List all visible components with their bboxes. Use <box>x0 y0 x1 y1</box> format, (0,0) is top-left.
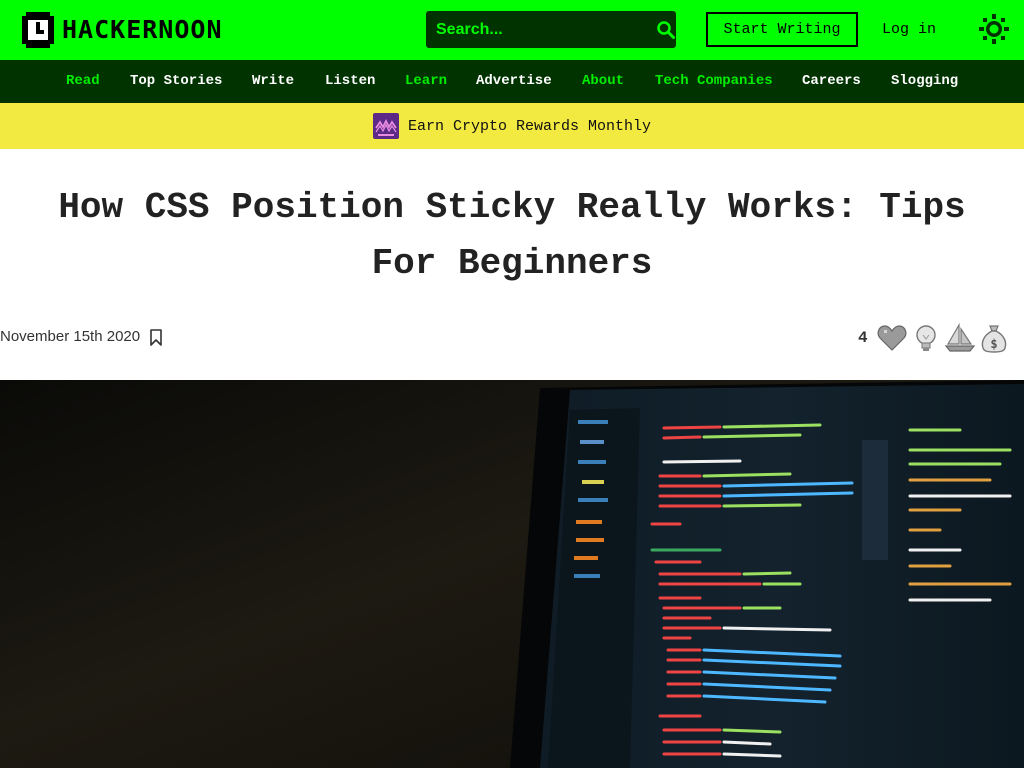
reactions-bar: 4 $ <box>858 320 1012 356</box>
money-bag-icon[interactable]: $ <box>978 322 1010 354</box>
nav-item-listen[interactable]: Listen <box>325 60 375 103</box>
start-writing-button[interactable]: Start Writing <box>706 12 858 47</box>
promo-text: Earn Crypto Rewards Monthly <box>407 117 652 135</box>
heart-icon[interactable] <box>876 322 908 354</box>
article-title-line-1: How CSS Position Sticky Really Works: Ti… <box>58 187 966 228</box>
reaction-count: 4 <box>858 329 868 347</box>
article-title: How CSS Position Sticky Really Works: Ti… <box>0 180 1024 292</box>
nav-item-careers[interactable]: Careers <box>802 60 861 103</box>
nav-item-read[interactable]: Read <box>66 60 100 103</box>
hero-image <box>0 380 1024 768</box>
boat-icon[interactable] <box>944 322 976 354</box>
search-box <box>426 11 676 48</box>
logo-icon <box>22 12 54 48</box>
logo-text: HACKERNOON <box>62 15 223 44</box>
promo-banner[interactable]: Earn Crypto Rewards Monthly <box>0 103 1024 149</box>
top-header: HACKERNOON Start Writing Log in <box>0 0 1024 60</box>
search-icon[interactable] <box>655 11 676 48</box>
nav-item-top-stories[interactable]: Top Stories <box>130 60 222 103</box>
nav-item-tech-companies[interactable]: Tech Companies <box>655 60 773 103</box>
nav-item-advertise[interactable]: Advertise <box>476 60 552 103</box>
bookmark-icon[interactable] <box>149 329 163 347</box>
nav-item-about[interactable]: About <box>582 60 624 103</box>
article-title-line-2: For Beginners <box>371 243 653 284</box>
nav-item-write[interactable]: Write <box>252 60 294 103</box>
nav-item-slogging[interactable]: Slogging <box>891 60 958 103</box>
sponsor-logo-icon <box>372 113 399 139</box>
login-link[interactable]: Log in <box>882 12 936 47</box>
main-nav: Read Top Stories Write Listen Learn Adve… <box>0 60 1024 103</box>
search-input[interactable] <box>426 11 655 48</box>
lightbulb-icon[interactable] <box>910 322 942 354</box>
svg-text:$: $ <box>990 337 997 351</box>
laptop-code-photo <box>0 380 1024 768</box>
article-date: November 15th 2020 <box>0 328 141 345</box>
sun-icon[interactable] <box>978 13 1010 45</box>
nav-item-learn[interactable]: Learn <box>405 60 447 103</box>
hackernoon-logo[interactable]: HACKERNOON <box>20 10 223 50</box>
